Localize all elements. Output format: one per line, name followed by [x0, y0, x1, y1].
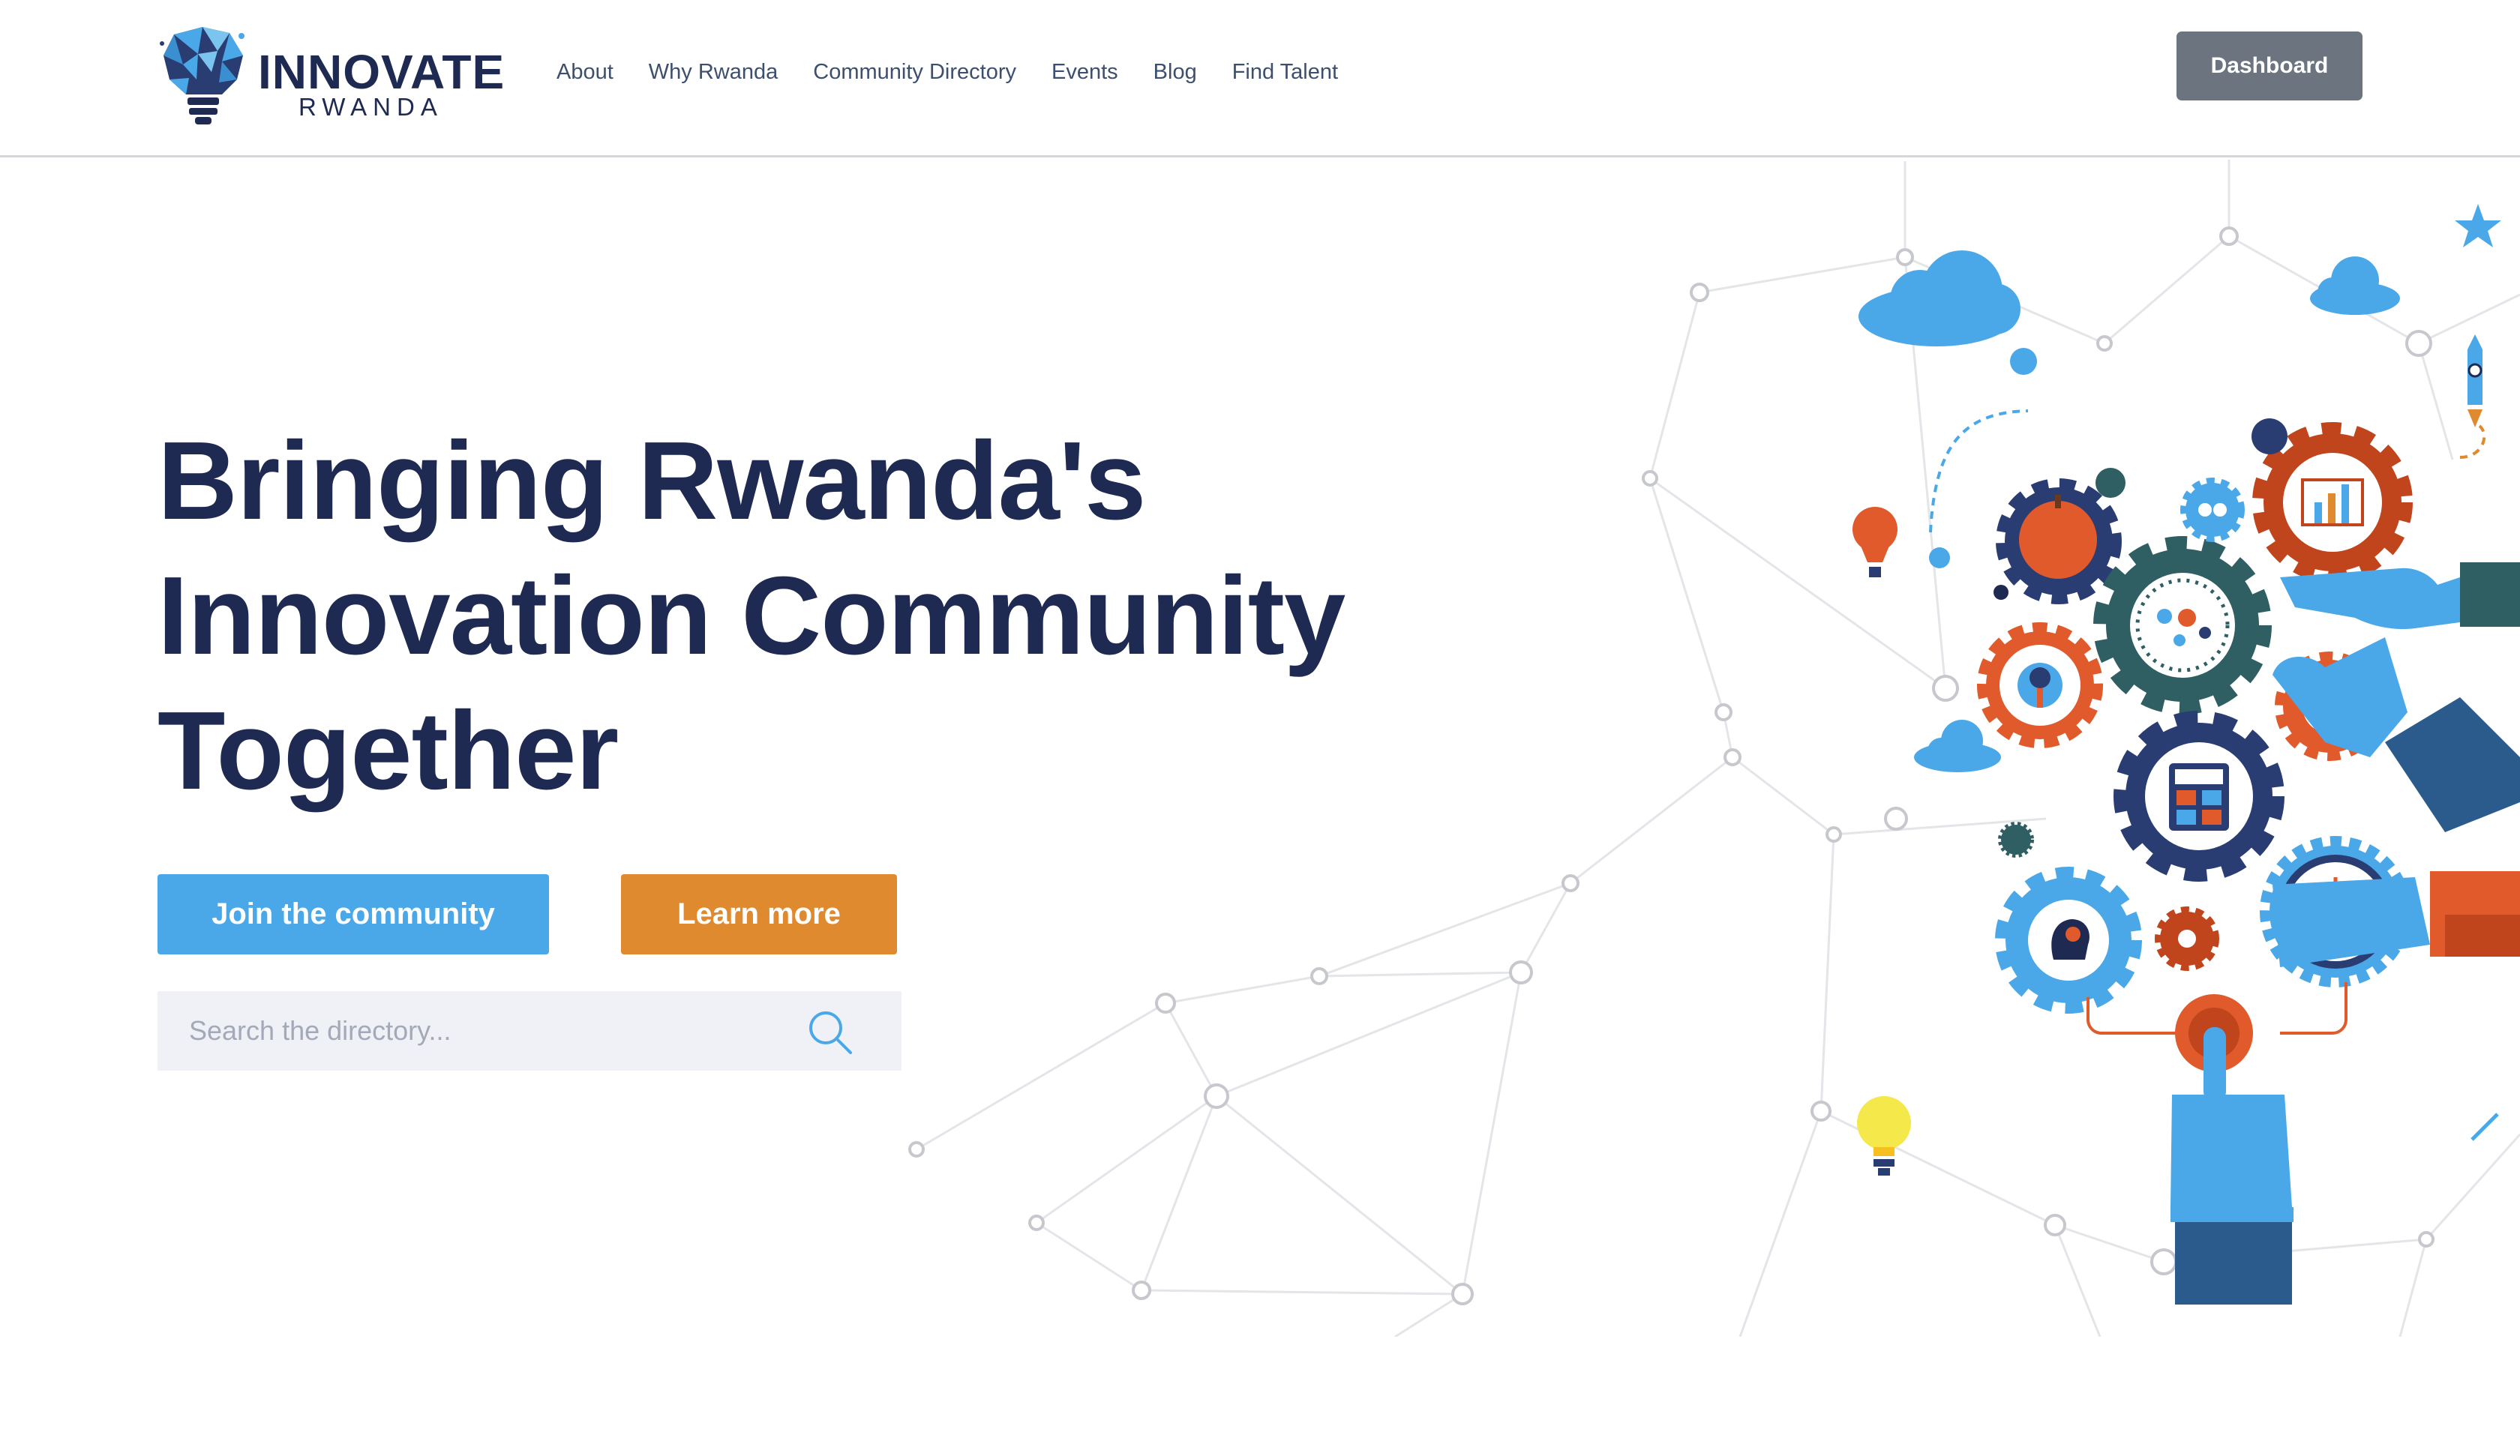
gear-icon — [2093, 536, 2272, 715]
brand-name: INNOVATE — [258, 45, 506, 99]
lightbulb-logo-icon — [160, 27, 244, 124]
nav-item-events[interactable]: Events — [1052, 57, 1118, 87]
search-icon[interactable] — [806, 1008, 855, 1057]
nav-item-why-rwanda[interactable]: Why Rwanda — [649, 57, 778, 87]
hand-icon — [2280, 562, 2520, 630]
innovation-gears-illustration — [1852, 204, 2520, 1305]
headline-line-2: Innovation Community — [158, 554, 1346, 678]
learn-more-button[interactable]: Learn more — [621, 874, 897, 954]
nav-item-find-talent[interactable]: Find Talent — [1232, 57, 1338, 87]
hero-headline: Bringing Rwanda's Innovation Community T… — [158, 414, 1522, 819]
gear-icon — [2180, 478, 2245, 542]
nav-item-blog[interactable]: Blog — [1154, 57, 1197, 87]
headline-line-1: Bringing Rwanda's — [158, 419, 1146, 543]
cloud-icon — [2310, 256, 2400, 315]
brand-subtitle: RWANDA — [298, 93, 443, 121]
nav-item-community-directory[interactable]: Community Directory — [813, 57, 1016, 87]
gear-icon — [1996, 478, 2122, 604]
nav-item-about[interactable]: About — [556, 57, 614, 87]
rocket-icon — [2459, 334, 2486, 459]
balloon-icon — [1852, 507, 1898, 577]
cloud-icon — [1858, 250, 2020, 346]
calculator-icon — [2114, 711, 2284, 882]
headline-line-3: Together — [158, 689, 619, 813]
star-icon — [2455, 204, 2501, 247]
brand-logo[interactable]: INNOVATE RWANDA — [159, 25, 504, 130]
cloud-icon — [1914, 720, 2001, 772]
gear-icon — [1977, 622, 2103, 748]
gear-icon — [2252, 422, 2413, 583]
directory-search — [158, 991, 902, 1071]
lightbulb-icon — [1857, 1096, 1911, 1176]
main-nav: About Why Rwanda Community Directory Eve… — [556, 57, 1373, 87]
dashboard-button[interactable]: Dashboard — [2176, 31, 2362, 100]
hand-icon — [2170, 1027, 2294, 1305]
join-community-button[interactable]: Join the community — [158, 874, 549, 954]
gear-icon — [1995, 867, 2142, 1014]
site-header: INNOVATE RWANDA About Why Rwanda Communi… — [0, 0, 2520, 157]
search-input[interactable] — [189, 991, 804, 1071]
